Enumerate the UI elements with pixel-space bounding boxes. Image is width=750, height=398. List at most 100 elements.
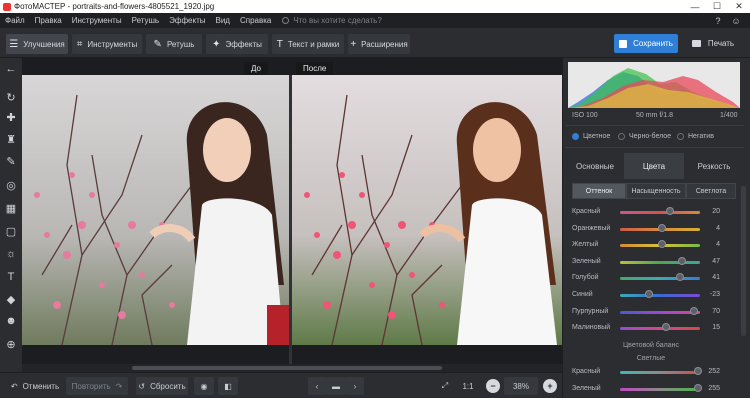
account-icon[interactable]: ☺ [728, 13, 744, 28]
window-title: ФотоМАСТЕР - portraits-and-flowers-48055… [14, 2, 215, 11]
fill-icon[interactable]: ◆ [3, 292, 19, 306]
slider-knob[interactable] [689, 306, 698, 315]
slider-row[interactable]: Синий -23 [572, 289, 722, 303]
mode-color-option[interactable]: Цветное [572, 133, 610, 140]
vignette-icon[interactable]: ▢ [3, 224, 19, 238]
maximize-button[interactable]: ☐ [706, 0, 728, 13]
slider-knob[interactable] [665, 207, 674, 215]
menu-tools[interactable]: Инструменты [67, 16, 127, 25]
close-button[interactable]: ✕ [728, 0, 750, 13]
undo-icon: ↶ [10, 381, 18, 391]
fit-screen-icon[interactable]: ⤢ [436, 377, 454, 395]
zoom-ratio-button[interactable]: 1:1 [458, 377, 478, 395]
slider-row[interactable]: Зеленый 47 [572, 256, 722, 270]
app-window: ФотоМАСТЕР - portraits-and-flowers-48055… [0, 0, 750, 398]
minimize-button[interactable]: — [684, 0, 706, 13]
folder-icon[interactable]: ▬ [326, 377, 346, 395]
histogram [568, 62, 740, 108]
photo-before[interactable] [22, 75, 289, 345]
tab-extensions[interactable]: + Расширения [348, 34, 410, 54]
menu-view[interactable]: Вид [210, 16, 234, 25]
compare-icon[interactable]: ◧ [218, 377, 238, 395]
canvas-scroll-thumb[interactable] [132, 366, 442, 370]
photo-after[interactable] [292, 75, 562, 345]
menu-help[interactable]: Справка [235, 16, 276, 25]
bandage-icon[interactable]: ✚ [3, 110, 19, 124]
slider-row[interactable]: Желтый 4 [572, 239, 722, 253]
slider-value: 47 [712, 257, 720, 265]
tab-retouch[interactable]: ✎ Ретушь [146, 34, 202, 54]
slider-knob[interactable] [676, 273, 684, 282]
brush-tool-icon[interactable]: ✎ [3, 154, 19, 168]
slider-label: Оранжевый [572, 224, 611, 232]
slider-value: 70 [712, 307, 720, 315]
back-arrow-icon[interactable]: ← [3, 62, 19, 76]
mode-color-label: Цветное [583, 133, 611, 140]
slider-track[interactable] [620, 388, 700, 391]
rotate-icon[interactable]: ↻ [3, 90, 19, 104]
help-icon[interactable]: ? [710, 13, 726, 28]
subtab-saturation[interactable]: Насыщенность [626, 183, 686, 199]
face-icon[interactable]: ☻ [3, 314, 19, 328]
canvas-scrollbar[interactable] [22, 364, 562, 372]
print-label: Печать [707, 39, 735, 48]
slider-track[interactable] [620, 211, 700, 214]
gradient-icon[interactable]: ▦ [3, 201, 19, 215]
subtab-hue[interactable]: Оттенок [572, 183, 626, 199]
slider-row[interactable]: Оранжевый 4 [572, 223, 722, 237]
slider-row[interactable]: Голубой 41 [572, 272, 722, 286]
tab-text-frames[interactable]: T Текст и рамки [272, 34, 344, 54]
prev-image-button[interactable]: ‹ [308, 377, 326, 395]
undo-button[interactable]: ↶ Отменить [8, 377, 62, 395]
panel-scrollbar[interactable] [741, 186, 746, 336]
zoom-in-button[interactable]: + [543, 379, 557, 393]
slider-row[interactable]: Красный 252 [572, 366, 722, 380]
menu-edit[interactable]: Правка [30, 16, 67, 25]
save-label: Сохранить [633, 39, 673, 48]
zoom-out-button[interactable]: − [486, 379, 500, 393]
tab-tools[interactable]: ⌗ Инструменты [72, 34, 142, 54]
slider-row[interactable]: Малиновый 15 [572, 322, 722, 336]
light-icon[interactable]: ☼ [3, 247, 19, 261]
slider-track[interactable] [620, 294, 700, 297]
slider-knob[interactable] [644, 290, 653, 298]
mode-bw-option[interactable]: Черно-белое [618, 133, 671, 140]
tab-sharpness[interactable]: Резкость [684, 153, 744, 179]
menu-retouch[interactable]: Ретушь [127, 16, 165, 25]
mode-negative-option[interactable]: Негатив [677, 133, 714, 140]
tab-basic[interactable]: Основные [566, 153, 624, 179]
zoom-value[interactable]: 38% [504, 377, 538, 395]
print-button[interactable]: Печать [682, 34, 744, 53]
tab-tools-label: Инструменты [87, 39, 138, 49]
slider-knob[interactable] [657, 240, 666, 249]
tab-extensions-label: Расширения [361, 39, 408, 49]
redo-button[interactable]: Повторить ↷ [66, 377, 128, 395]
reset-button[interactable]: ↺ Сбросить [136, 377, 188, 395]
brush-icon: ✎ [153, 38, 162, 50]
subtab-lightness[interactable]: Светлота [686, 183, 736, 199]
next-image-button[interactable]: › [346, 377, 364, 395]
slider-track[interactable] [620, 327, 700, 331]
tab-enhance[interactable]: ☰ Улучшения [6, 34, 68, 54]
radial-filter-icon[interactable]: ◎ [3, 178, 19, 192]
save-button[interactable]: Сохранить [614, 34, 678, 53]
slider-row[interactable]: Красный 20 [572, 206, 722, 220]
menu-effects[interactable]: Эффекты [164, 16, 210, 25]
search-box[interactable]: Что вы хотите сделать? [282, 16, 382, 25]
slider-row[interactable]: Пурпурный 70 [572, 306, 722, 320]
slider-track[interactable] [620, 310, 700, 314]
tab-effects[interactable]: ✦ Эффекты [206, 34, 268, 54]
slider-track[interactable] [620, 371, 700, 374]
globe-icon[interactable]: ⊕ [3, 337, 19, 351]
menu-file[interactable]: Файл [0, 16, 30, 25]
stamp-icon[interactable]: ♜ [3, 132, 19, 146]
plus-icon: + [350, 38, 357, 50]
slider-track[interactable] [620, 277, 700, 281]
after-label: После [296, 62, 334, 75]
slider-knob[interactable] [657, 223, 666, 232]
text-tool-icon[interactable]: T [3, 270, 19, 284]
slider-row[interactable]: Зеленый 255 [572, 383, 722, 397]
eye-icon[interactable]: ◉ [194, 377, 214, 395]
slider-track[interactable] [620, 260, 700, 264]
tab-colors[interactable]: Цвета [624, 153, 684, 179]
